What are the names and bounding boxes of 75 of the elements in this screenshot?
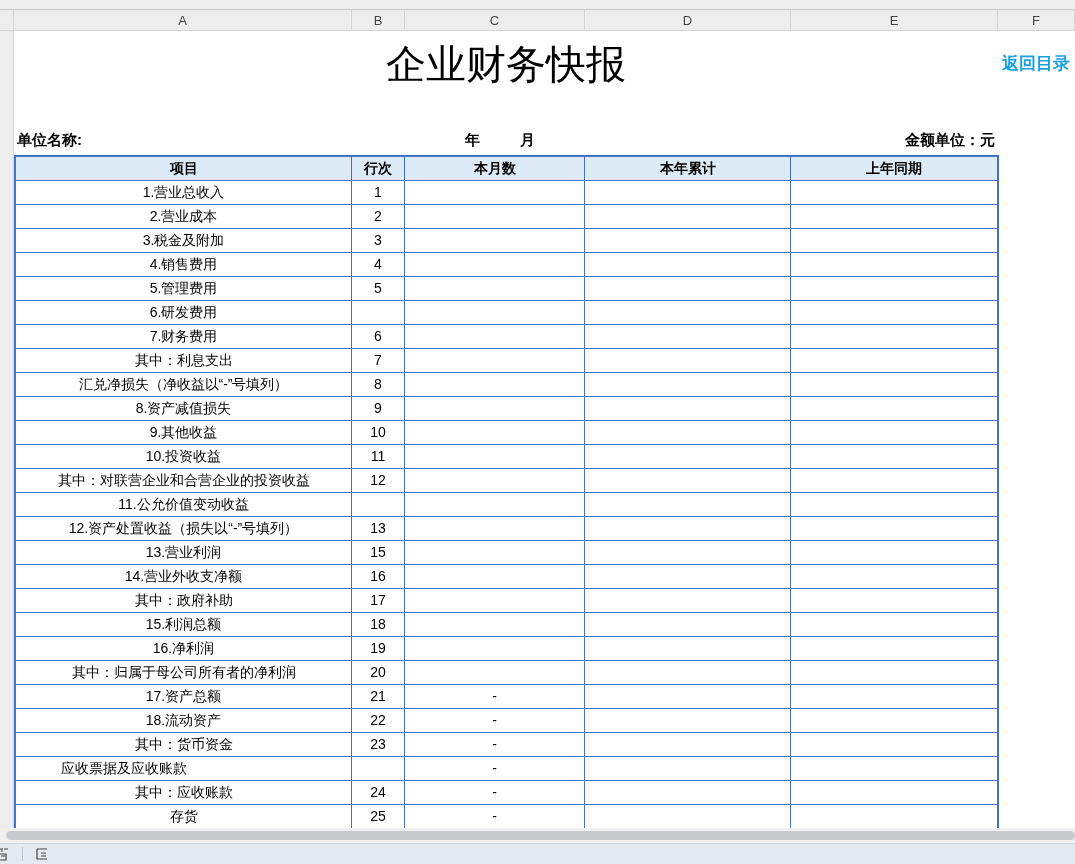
line-number-cell: 24 [370,784,386,800]
item-cell: 其中：利息支出 [134,352,233,368]
item-cell: 1.营业总收入 [142,184,225,200]
item-cell: 汇兑净损失（净收益以“-”号填列） [78,376,289,392]
item-cell: 5.管理费用 [149,280,218,296]
item-cell: 2.营业成本 [149,208,218,224]
line-number-cell: 5 [374,280,382,296]
line-number-cell: 18 [370,616,386,632]
item-cell: 13.营业利润 [145,544,222,560]
column-header[interactable]: F [998,10,1075,30]
column-header[interactable]: A [14,10,352,30]
line-number-cell: 9 [374,400,382,416]
horizontal-scrollbar[interactable] [6,831,1075,840]
unit-name-label: 单位名称: [17,130,82,148]
line-number-cell: 22 [370,712,386,728]
line-number-cell: 4 [374,256,382,272]
line-number-cell: 11 [370,448,386,464]
line-number-cell: 20 [370,664,386,680]
item-cell: 其中：应收账款 [134,784,233,800]
column-header[interactable]: B [352,10,405,30]
line-number-cell: 23 [370,736,386,752]
amount-cell: - [492,784,497,800]
column-header[interactable]: E [791,10,998,30]
item-cell: 3.税金及附加 [142,232,225,248]
item-cell: 14.营业外收支净额 [124,568,243,584]
item-cell: 10.投资收益 [145,448,222,464]
amount-cell: - [492,712,497,728]
column-header[interactable]: D [585,10,791,30]
item-cell: 8.资产减值损失 [135,400,232,416]
line-number-cell: 2 [374,208,382,224]
column-heading: 项目 [16,157,352,180]
item-cell: 6.研发费用 [149,304,218,320]
item-cell: 4.销售费用 [149,256,218,272]
line-number-cell: 7 [374,352,382,368]
report-title: 企业财务快报 [385,41,627,88]
line-number-cell: 25 [370,808,386,824]
line-number-cell: 16 [370,568,386,584]
line-number-cell: 1 [374,184,382,200]
line-number-cell: 21 [370,688,386,704]
year-label: 年 [465,129,480,150]
item-cell: 15.利润总额 [145,616,222,632]
line-number-cell: 17 [370,592,386,608]
item-cell: 11.公允价值变动收益 [118,496,249,512]
line-number-cell: 15 [370,544,386,560]
line-number-cell: 8 [374,376,382,392]
item-cell: 18.流动资产 [145,712,222,728]
item-cell: 其中：货币资金 [134,736,233,752]
item-cell: 应收票据及应收账款 [61,760,187,776]
amount-cell: - [492,760,497,776]
line-number-cell: 6 [374,328,382,344]
amount-cell: - [492,688,497,704]
item-cell: 存货 [169,808,198,824]
amount-unit-label: 金额单位：元 [905,130,995,148]
line-number-cell: 12 [370,472,386,488]
column-heading: 上年同期 [865,159,923,178]
column-heading: 本月数 [405,157,585,180]
line-number-cell: 3 [374,232,382,248]
amount-cell: - [492,808,497,824]
column-heading: 本年累计 [585,157,791,180]
item-cell: 其中：归属于母公司所有者的净利润 [71,664,296,680]
item-cell: 其中：对联营企业和合营企业的投资收益 [57,472,310,488]
amount-cell: - [492,736,497,752]
item-cell: 17.资产总额 [145,688,222,704]
line-number-cell: 19 [370,640,386,656]
line-number-cell: 10 [370,424,386,440]
page-layout-icon[interactable] [35,847,49,861]
item-cell: 其中：政府补助 [134,592,233,608]
line-number-cell: 13 [370,520,386,536]
item-cell: 7.财务费用 [149,328,218,344]
item-cell: 12.资产处置收益（损失以“-”号填列） [68,520,299,536]
item-cell: 9.其他收益 [149,424,218,440]
column-header[interactable]: C [405,10,585,30]
item-cell: 16.净利润 [152,640,215,656]
column-heading: 行次 [352,157,405,180]
month-label: 月 [520,129,535,150]
